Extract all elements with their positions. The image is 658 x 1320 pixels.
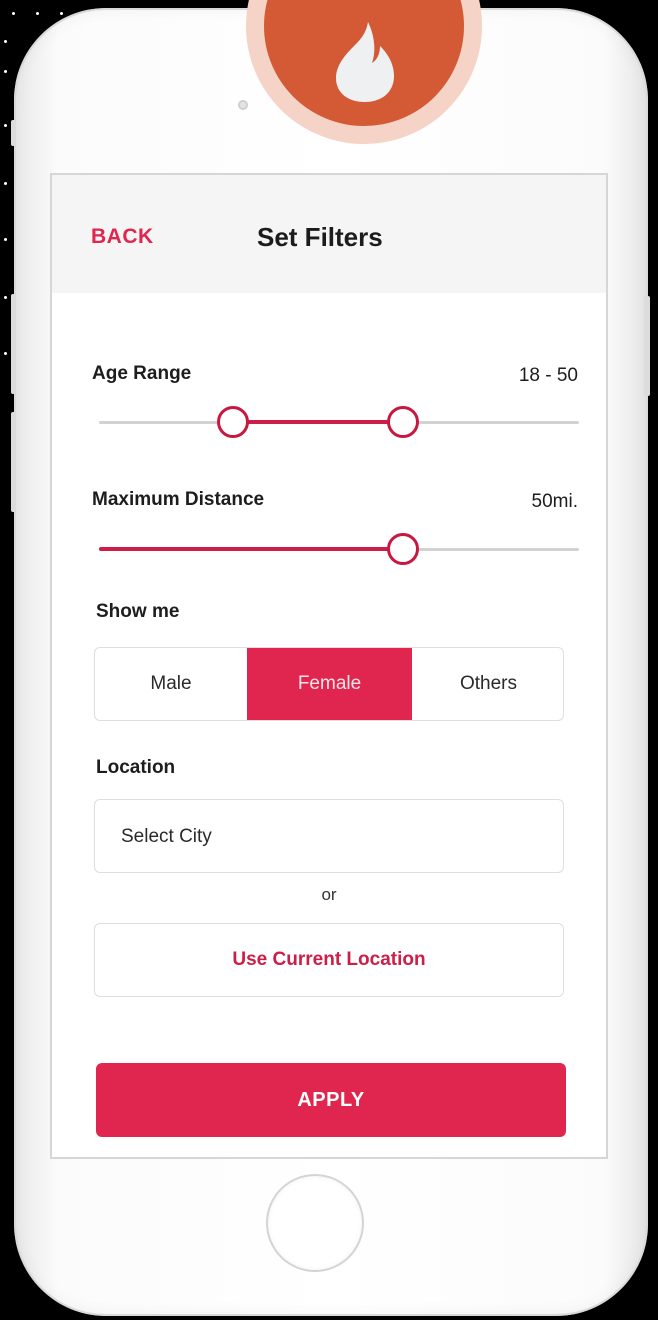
- background-dot: [4, 238, 7, 241]
- age-range-value: 18 - 50: [518, 365, 578, 386]
- city-select-box: [94, 799, 564, 874]
- background-dot: [4, 40, 7, 43]
- phone-volume-up: [11, 294, 16, 394]
- background-dot: [4, 296, 7, 299]
- phone-volume-down: [11, 412, 16, 512]
- flame-icon: [336, 22, 394, 102]
- home-button[interactable]: [266, 1174, 364, 1272]
- apply-button[interactable]: APPLY: [96, 1063, 566, 1137]
- max-distance-fill: [99, 547, 403, 551]
- age-min-thumb[interactable]: [217, 406, 249, 438]
- gender-option-others[interactable]: Others: [412, 648, 563, 720]
- background-dot: [4, 124, 7, 127]
- age-range-label: Age Range: [92, 363, 192, 384]
- background-dot: [60, 12, 63, 15]
- background-dot: [36, 12, 39, 15]
- age-range-fill: [233, 420, 403, 424]
- age-max-thumb[interactable]: [387, 406, 419, 438]
- max-distance-thumb[interactable]: [387, 533, 419, 565]
- front-camera: [238, 100, 248, 110]
- use-current-location-button[interactable]: Use Current Location: [94, 923, 564, 997]
- show-me-label: Show me: [96, 601, 180, 622]
- gender-selector: Male Female Others: [94, 647, 564, 721]
- page-title: Set Filters: [257, 222, 383, 252]
- or-separator: or: [321, 885, 337, 904]
- gender-option-female[interactable]: Female: [247, 648, 412, 720]
- apply-label: APPLY: [297, 1088, 365, 1111]
- app-screen: BACK Set Filters Age Range 18 - 50 Maxim…: [50, 173, 608, 1159]
- app-logo: [264, 0, 464, 126]
- city-input[interactable]: [119, 800, 543, 874]
- location-label: Location: [96, 757, 176, 778]
- max-distance-label: Maximum Distance: [92, 489, 265, 510]
- background-dot: [4, 70, 7, 73]
- use-current-location-label: Use Current Location: [232, 949, 426, 970]
- background-dot: [4, 182, 7, 185]
- phone-side-button: [11, 120, 16, 146]
- max-distance-value: 50mi.: [531, 491, 578, 512]
- gender-option-male[interactable]: Male: [95, 648, 247, 720]
- nav-bar: BACK Set Filters: [52, 175, 606, 293]
- back-button[interactable]: BACK: [91, 225, 154, 249]
- background-dot: [12, 12, 15, 15]
- phone-power-button: [644, 296, 650, 396]
- background-dot: [4, 352, 7, 355]
